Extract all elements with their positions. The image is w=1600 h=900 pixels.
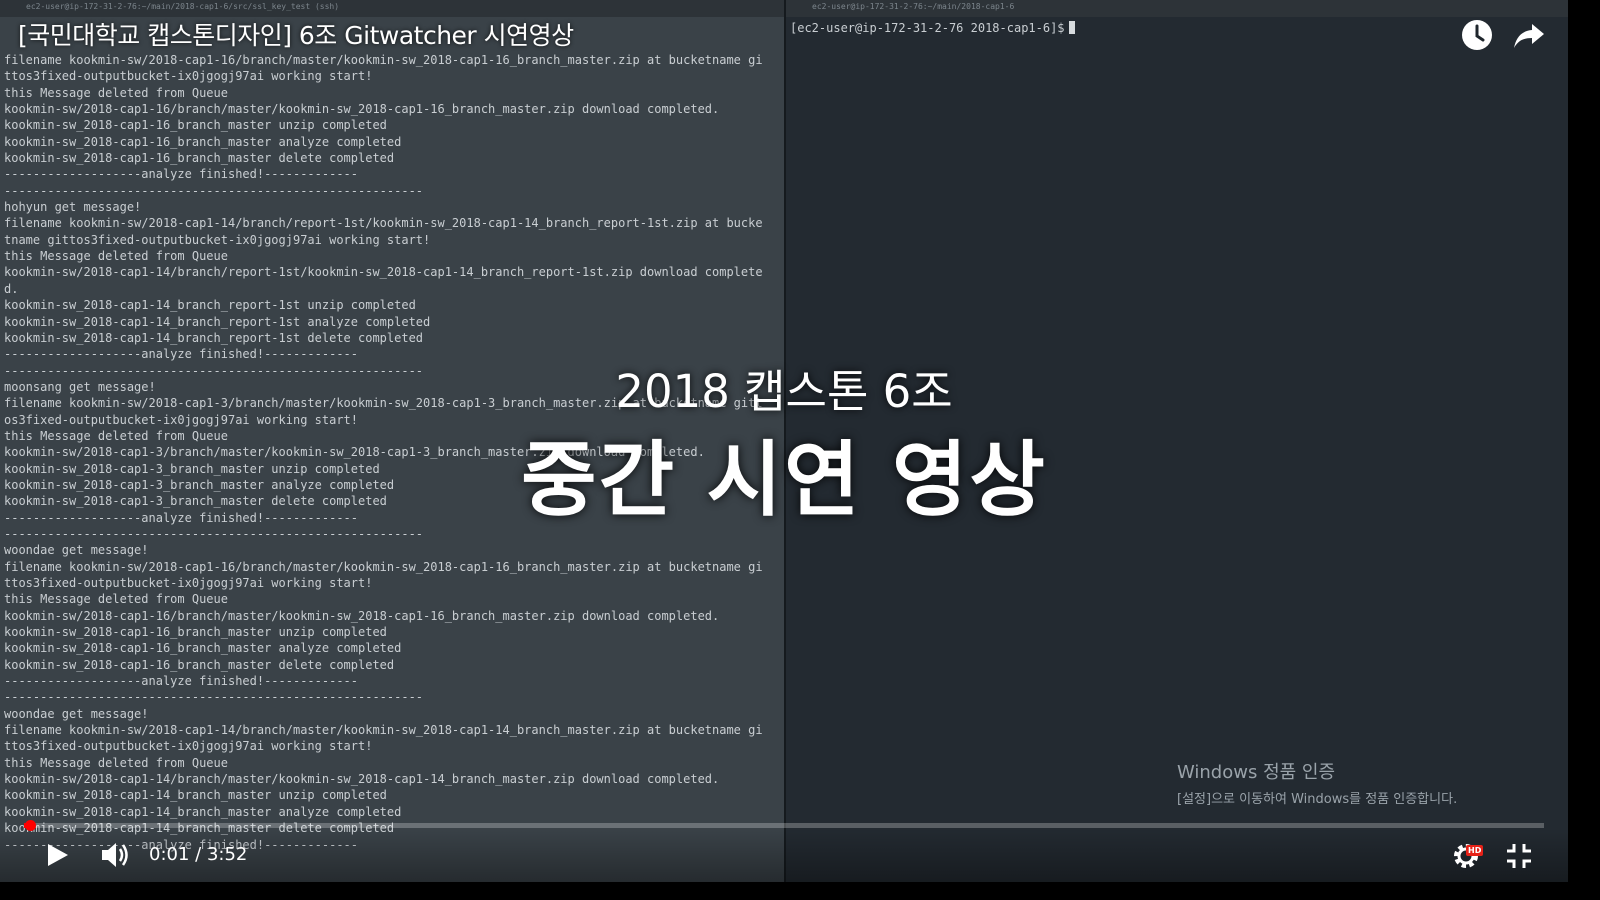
terminal-line: kookmin-sw/2018-cap1-14/branch/master/ko… — [4, 772, 720, 787]
terminal-line: kookmin-sw/2018-cap1-16/branch/master/ko… — [4, 608, 720, 623]
terminal-line: ----------------------------------------… — [4, 690, 424, 705]
prompt-text: [ec2-user@ip-172-31-2-76 2018-cap1-6]$ — [790, 21, 1065, 35]
terminal-line: -------------------analyze finished!----… — [4, 167, 359, 182]
windows-activation-watermark: Windows 정품 인증 [설정]으로 이동하여 Windows를 정품 인증… — [1177, 758, 1457, 807]
volume-icon[interactable] — [100, 840, 132, 874]
terminal-line: kookmin-sw_2018-cap1-14_branch_master un… — [4, 788, 387, 803]
terminal-tab-left: ec2-user@ip-172-31-2-76:~/main/2018-cap1… — [26, 2, 340, 11]
terminal-line: kookmin-sw_2018-cap1-16_branch_master un… — [4, 625, 387, 640]
terminal-line: filename kookmin-sw/2018-cap1-14/branch/… — [4, 723, 763, 738]
player-controls: 0:01 / 3:52 HD — [0, 828, 1568, 882]
letterbox-bottom — [0, 882, 1600, 900]
current-time: 0:01 — [149, 844, 190, 865]
watermark-line2: [설정]으로 이동하여 Windows를 정품 인증합니다. — [1177, 792, 1458, 807]
terminal-line: kookmin-sw_2018-cap1-16_branch_master de… — [4, 657, 395, 672]
terminal-cursor — [1068, 21, 1075, 34]
hd-badge: HD — [1466, 845, 1484, 856]
video-player[interactable]: ec2-user@ip-172-31-2-76:~/main/2018-cap1… — [0, 0, 1568, 882]
terminal-line: woondae get message! — [4, 543, 149, 558]
terminal-line: ttos3fixed-outputbucket-ix0jgogj97ai wor… — [4, 739, 373, 754]
overlay-title: 중간 시연 영상 — [521, 433, 1047, 528]
terminal-line: kookmin-sw_2018-cap1-14_branch_report-1s… — [4, 314, 431, 329]
terminal-line: ttos3fixed-outputbucket-ix0jgogj97ai wor… — [4, 576, 373, 590]
time-display: 0:01 / 3:52 — [149, 844, 247, 865]
terminal-line: kookmin-sw_2018-cap1-16_branch_master un… — [4, 118, 387, 133]
time-separator: / — [189, 844, 207, 865]
terminal-line: ----------------------------------------… — [4, 183, 424, 198]
terminal-line: kookmin-sw_2018-cap1-14_branch_report-1s… — [4, 298, 416, 313]
terminal-line: kookmin-sw/2018-cap1-16/branch/master/ko… — [4, 102, 720, 117]
terminal-line: filename kookmin-sw/2018-cap1-16/branch/… — [4, 53, 763, 67]
terminal-line: this Message deleted from Queue — [4, 592, 228, 607]
terminal-line: woondae get message! — [4, 706, 149, 721]
terminal-line: -------------------analyze finished!----… — [4, 674, 359, 689]
duration: 3:52 — [206, 844, 248, 865]
terminal-prompt: [ec2-user@ip-172-31-2-76 2018-cap1-6]$ — [790, 21, 1075, 35]
terminal-line: kookmin-sw_2018-cap1-14_branch_report-1s… — [4, 330, 424, 345]
terminal-line: kookmin-sw_2018-cap1-14_branch_master an… — [4, 804, 402, 819]
terminal-line: filename kookmin-sw/2018-cap1-16/branch/… — [4, 559, 763, 574]
exit-fullscreen-icon[interactable] — [1505, 842, 1533, 874]
overlay-subtitle: 2018 캡스톤 6조 — [615, 365, 953, 418]
terminal-line: hohyun get message! — [4, 200, 142, 215]
watermark-line1: Windows 정품 인증 — [1177, 762, 1336, 783]
terminal-line: kookmin-sw_2018-cap1-16_branch_master an… — [4, 641, 402, 656]
clock-icon[interactable] — [1460, 18, 1494, 52]
terminal-line: tname gittos3fixed-outputbucket-ix0jgogj… — [4, 232, 431, 247]
terminal-line: kookmin-sw_2018-cap1-16_branch_master an… — [4, 134, 402, 149]
terminal-line: kookmin-sw/2018-cap1-14/branch/report-1s… — [4, 265, 763, 280]
terminal-line: kookmin-sw_2018-cap1-16_branch_master de… — [4, 151, 395, 166]
terminal-line: filename kookmin-sw/2018-cap1-14/branch/… — [4, 216, 763, 231]
share-arrow-icon[interactable] — [1512, 18, 1546, 52]
terminal-line: this Message deleted from Queue — [4, 85, 228, 100]
terminal-line: ttos3fixed-outputbucket-ix0jgogj97ai wor… — [4, 69, 373, 84]
terminal-line: this Message deleted from Queue — [4, 249, 228, 264]
play-icon[interactable] — [44, 842, 70, 872]
terminal-tab-right: ec2-user@ip-172-31-2-76:~/main/2018-cap1… — [812, 2, 1015, 11]
video-title[interactable]: [국민대학교 캡스톤디자인] 6조 Gitwatcher 시연영상 — [18, 16, 574, 52]
terminal-line: this Message deleted from Queue — [4, 755, 228, 770]
letterbox-right — [1568, 0, 1600, 900]
terminal-line: d. — [4, 281, 19, 296]
